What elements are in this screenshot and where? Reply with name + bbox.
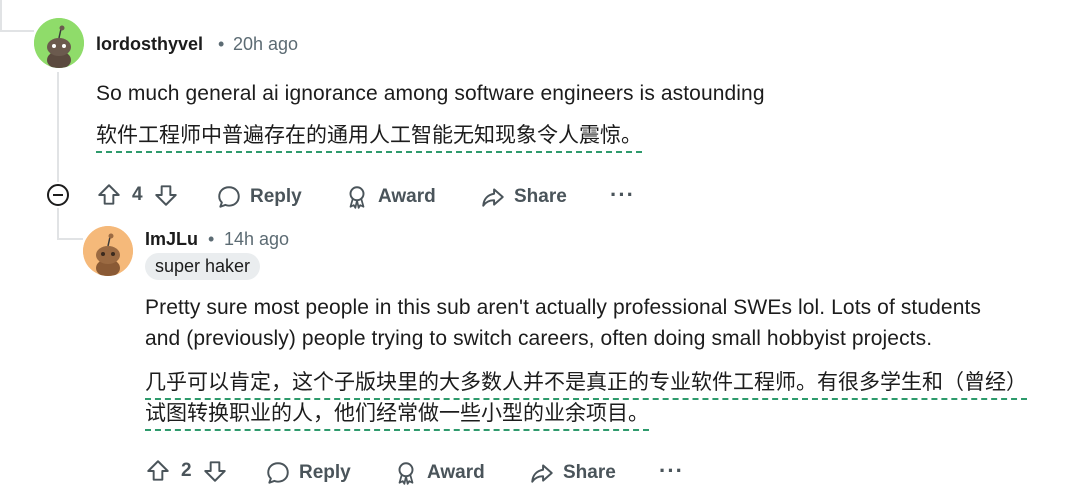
comment-username[interactable]: ImJLu: [145, 229, 198, 250]
comment1-thread-line: [57, 72, 59, 182]
reply-label: Reply: [250, 186, 302, 207]
more-options-button[interactable]: ···: [610, 182, 635, 208]
comment-timestamp[interactable]: 20h ago: [233, 34, 298, 55]
reply-button[interactable]: Reply: [216, 184, 302, 210]
comment-username[interactable]: lordosthyvel: [96, 34, 203, 55]
vote-controls: 2: [145, 458, 228, 484]
award-ribbon-icon: [398, 462, 414, 485]
share-arrow-icon: [531, 464, 553, 483]
reply-button[interactable]: Reply: [265, 460, 351, 486]
award-button[interactable]: Award: [393, 460, 485, 486]
minus-icon: [53, 194, 63, 196]
parent-thread-curve: [0, 0, 2, 30]
avatar[interactable]: [34, 18, 84, 68]
parent-thread-line: [0, 30, 34, 32]
comment-translation: 几乎可以肯定，这个子版块里的大多数人并不是真正的专业软件工程师。有很多学生和（曾…: [145, 367, 1075, 431]
reply-label: Reply: [299, 462, 351, 483]
comment-translation: 软件工程师中普遍存在的通用人工智能无知现象令人震惊。: [96, 120, 996, 153]
speech-bubble-icon: [218, 186, 240, 208]
comment-timestamp[interactable]: 14h ago: [224, 229, 289, 250]
award-label: Award: [427, 462, 485, 483]
comment-body: So much general ai ignorance among softw…: [96, 82, 765, 105]
snoo-avatar-icon: [34, 18, 84, 68]
meta-separator: •: [208, 229, 215, 249]
meta-separator: •: [218, 34, 225, 54]
comment-body-line: and (previously) people trying to switch…: [145, 327, 933, 350]
vote-count: 4: [132, 184, 143, 205]
collapse-thread-button[interactable]: [47, 184, 69, 206]
translation-line: 几乎可以肯定，这个子版块里的大多数人并不是真正的专业软件工程师。有很多学生和（曾…: [145, 370, 1027, 400]
vote-controls: 4: [96, 182, 179, 208]
speech-bubble-icon: [267, 462, 289, 484]
avatar[interactable]: [83, 226, 133, 276]
award-label: Award: [378, 186, 436, 207]
share-label: Share: [563, 462, 616, 483]
share-button[interactable]: Share: [480, 184, 567, 210]
translation-line: 软件工程师中普遍存在的通用人工智能无知现象令人震惊。: [96, 123, 642, 153]
comment-body-line: Pretty sure most people in this sub aren…: [145, 296, 982, 319]
award-button[interactable]: Award: [344, 184, 436, 210]
downvote-arrow-icon[interactable]: [153, 182, 179, 208]
upvote-arrow-icon[interactable]: [145, 458, 171, 484]
snoo-avatar-icon: [83, 226, 133, 276]
award-ribbon-icon: [349, 186, 365, 209]
more-options-button[interactable]: ···: [659, 458, 684, 484]
upvote-arrow-icon[interactable]: [96, 182, 122, 208]
share-button[interactable]: Share: [529, 460, 616, 486]
comment-body: Pretty sure most people in this sub aren…: [145, 292, 1075, 354]
comment1-child-branch: [57, 238, 83, 240]
user-flair: super haker: [145, 253, 261, 280]
translation-line: 试图转换职业的人，他们经常做一些小型的业余项目。: [145, 401, 649, 431]
share-arrow-icon: [482, 188, 504, 207]
share-label: Share: [514, 186, 567, 207]
vote-count: 2: [181, 460, 192, 481]
comment1-child-thread-line: [57, 208, 59, 238]
downvote-arrow-icon[interactable]: [202, 458, 228, 484]
